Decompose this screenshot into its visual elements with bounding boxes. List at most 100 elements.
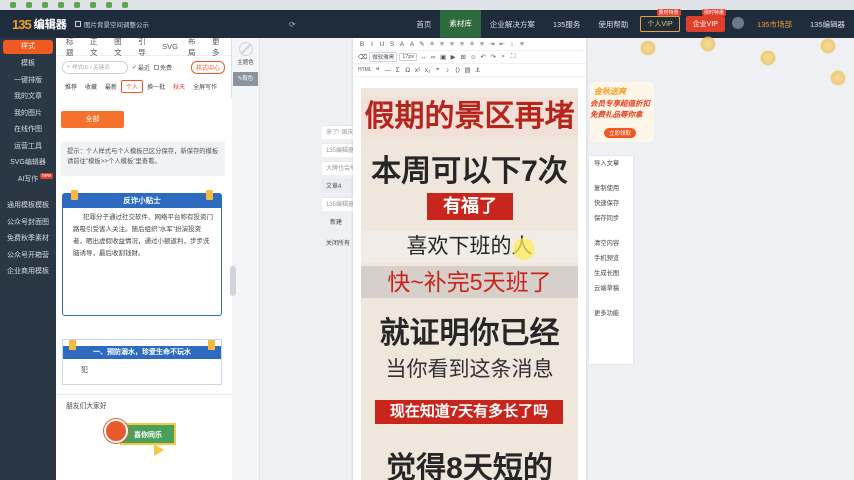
mobile-preview-button[interactable]: 手机预览 — [589, 251, 633, 266]
link-icon[interactable]: ∞ — [429, 54, 437, 61]
html-icon[interactable]: HTML — [358, 67, 372, 73]
sidebar-item-online-design[interactable]: 在线作图 — [0, 122, 56, 139]
doc-line[interactable]: 喜欢下班的人 — [361, 231, 578, 263]
import-article-button[interactable]: 导入文章 — [589, 156, 633, 171]
tab-body[interactable]: 正文 — [85, 36, 109, 58]
sidebar-item-enterprise-templates[interactable]: 企业商用模板 — [0, 264, 56, 281]
quick-save-button[interactable]: 快速保存 — [589, 196, 633, 211]
search-replace-icon[interactable]: ⌕ — [499, 53, 507, 61]
style-center-button[interactable]: 样式中心 — [190, 60, 225, 74]
map-icon[interactable]: ⌖ — [434, 66, 442, 74]
enterprise-vip-button[interactable]: 企业VIP 限时特惠 — [685, 9, 726, 32]
letter-spacing-icon[interactable]: ↔ — [419, 54, 427, 61]
tab-layout[interactable]: 布局 — [183, 36, 207, 58]
sidebar-item-templates[interactable]: 模板 — [0, 56, 56, 73]
avatar[interactable] — [728, 17, 748, 31]
sidebar-item-camp[interactable]: 公众号开箱营 — [0, 248, 56, 265]
align-right-icon[interactable]: ≡ — [468, 41, 476, 48]
latest-option[interactable]: ✓ 最近 — [132, 63, 150, 72]
copy-button[interactable]: 复制使用 — [589, 181, 633, 196]
sidebar-item-general-templates[interactable]: 通用模板模板 — [0, 198, 56, 215]
anchor-icon[interactable]: ⚓ — [474, 66, 482, 74]
doc-line[interactable]: 快~补完5天班了 — [361, 266, 578, 298]
browser-tab[interactable] — [86, 0, 100, 10]
filter-autumn[interactable]: 秋天 — [169, 81, 189, 92]
divider-icon[interactable]: — — [384, 67, 392, 74]
doc-line[interactable]: 现在知道7天有多长了吗 — [375, 400, 563, 424]
refresh-icon[interactable]: ⟳ — [289, 20, 296, 29]
sidebar-item-my-articles[interactable]: 我的文章 — [0, 89, 56, 106]
tab-more[interactable]: 更多 — [207, 36, 231, 58]
nav-home[interactable]: 首页 — [407, 19, 440, 30]
quote-icon[interactable]: ❝ — [374, 66, 382, 74]
filter-recommend[interactable]: 推荐 — [61, 81, 81, 92]
browser-tab[interactable] — [6, 0, 20, 10]
tab-guide[interactable]: 引导 — [133, 36, 157, 58]
underline-icon[interactable]: U — [378, 41, 386, 48]
doc-line[interactable]: 假期的景区再堵 — [361, 97, 578, 137]
free-checkbox[interactable]: 免费 — [154, 63, 172, 72]
nav-enterprise[interactable]: 企业解决方案 — [481, 19, 544, 30]
browser-tab[interactable] — [54, 0, 68, 10]
cloud-draft-button[interactable]: 云端草稿 — [589, 281, 633, 296]
promo-claim-button[interactable]: 立即领取 — [604, 128, 637, 138]
highlight-icon[interactable]: A — [408, 41, 416, 48]
superscript-icon[interactable]: x² — [414, 67, 422, 74]
image-icon[interactable]: ▣ — [439, 53, 447, 61]
clear-format-icon[interactable]: ⌫ — [358, 53, 367, 61]
doc-line[interactable]: 当你看到这条消息 — [361, 353, 578, 383]
justify-icon[interactable]: ≡ — [478, 41, 486, 48]
fullscreen-icon[interactable]: ⛶ — [509, 53, 517, 61]
sidebar-item-ops-tools[interactable]: 运营工具 — [0, 139, 56, 156]
browser-tab[interactable] — [102, 0, 116, 10]
line-height-icon[interactable]: ↕ — [508, 41, 516, 48]
filter-latest[interactable]: 最新 — [101, 81, 121, 92]
browser-tab[interactable] — [118, 0, 132, 10]
music-icon[interactable]: ♪ — [444, 67, 452, 74]
promo-ad[interactable]: 金秋送爽 会员专享超值折扣 免费礼品等你拿 立即领取 — [584, 78, 660, 146]
strikethrough-icon[interactable]: S — [388, 41, 396, 48]
ordered-list-icon[interactable]: ≡ — [438, 41, 446, 48]
search-input[interactable]: ⌕ 样式ID / 关键词 — [62, 60, 128, 74]
sidebar-item-cover[interactable]: 公众号封面图 — [0, 215, 56, 232]
special-char-icon[interactable]: Ω — [404, 67, 412, 74]
panel-collapse-handle[interactable] — [230, 266, 236, 296]
style-card-drowning[interactable]: 一、预防溺水，珍爱生命不玩水 犯 — [62, 339, 222, 385]
no-color-icon[interactable] — [238, 42, 253, 56]
browser-tab[interactable] — [38, 0, 52, 10]
filter-personal[interactable]: 个人 — [121, 79, 144, 93]
font-color-icon[interactable]: A — [398, 41, 406, 48]
more-features-button[interactable]: 更多功能 — [589, 306, 633, 321]
document-canvas[interactable]: 假期的景区再堵 本周可以下7次 有福了 喜欢下班的人 快~补完5天班了 就证明你… — [361, 88, 578, 480]
browser-tab[interactable] — [22, 0, 36, 10]
formula-icon[interactable]: Σ — [394, 67, 402, 74]
sidebar-item-svg-editor[interactable]: SVG编辑器 — [0, 155, 56, 172]
code-icon[interactable]: ⟨⟩ — [454, 66, 462, 74]
style-card-banner[interactable]: 喜你同乐 — [104, 416, 176, 460]
sidebar-item-ai-writing[interactable]: AI写作 new — [0, 172, 56, 189]
align-left-icon[interactable]: ≡ — [448, 41, 456, 48]
format-painter-icon[interactable]: ✎ — [418, 40, 426, 48]
nav-service[interactable]: 135服务 — [544, 19, 590, 30]
clear-content-button[interactable]: 清空内容 — [589, 236, 633, 251]
undo-icon[interactable]: ↶ — [479, 53, 487, 61]
date-icon[interactable]: ▤ — [464, 66, 472, 74]
theme-color-label[interactable]: 主题色 — [232, 58, 259, 66]
redo-icon[interactable]: ↷ — [489, 53, 497, 61]
user-name[interactable]: 135编辑器 — [801, 19, 854, 30]
bold-icon[interactable]: B — [358, 41, 366, 48]
outdent-icon[interactable]: ⇤ — [498, 40, 506, 48]
sidebar-item-autumn[interactable]: 免费秋季素材 — [0, 231, 56, 248]
sidebar-item-auto-layout[interactable]: 一键排版 — [0, 73, 56, 90]
announcement[interactable]: 图片背景空间调整公示 — [75, 19, 149, 29]
sidebar-item-styles[interactable]: 样式 — [3, 40, 53, 54]
emoji-icon[interactable]: ☺ — [469, 54, 477, 61]
all-button[interactable]: 全部 — [61, 111, 124, 128]
video-icon[interactable]: ▶ — [449, 53, 457, 61]
nav-help[interactable]: 使用帮助 — [589, 19, 637, 30]
subscript-icon[interactable]: x₂ — [424, 67, 432, 74]
font-family-select[interactable]: 微软雅黑 — [369, 52, 398, 62]
indent-icon[interactable]: ⇥ — [488, 40, 496, 48]
style-card-anti-fraud[interactable]: 反诈小贴士 犯罪分子通过社交软件、网络平台称有投资门路吸引受害人关注。随后组织"… — [62, 190, 222, 316]
long-image-button[interactable]: 生成长图 — [589, 266, 633, 281]
